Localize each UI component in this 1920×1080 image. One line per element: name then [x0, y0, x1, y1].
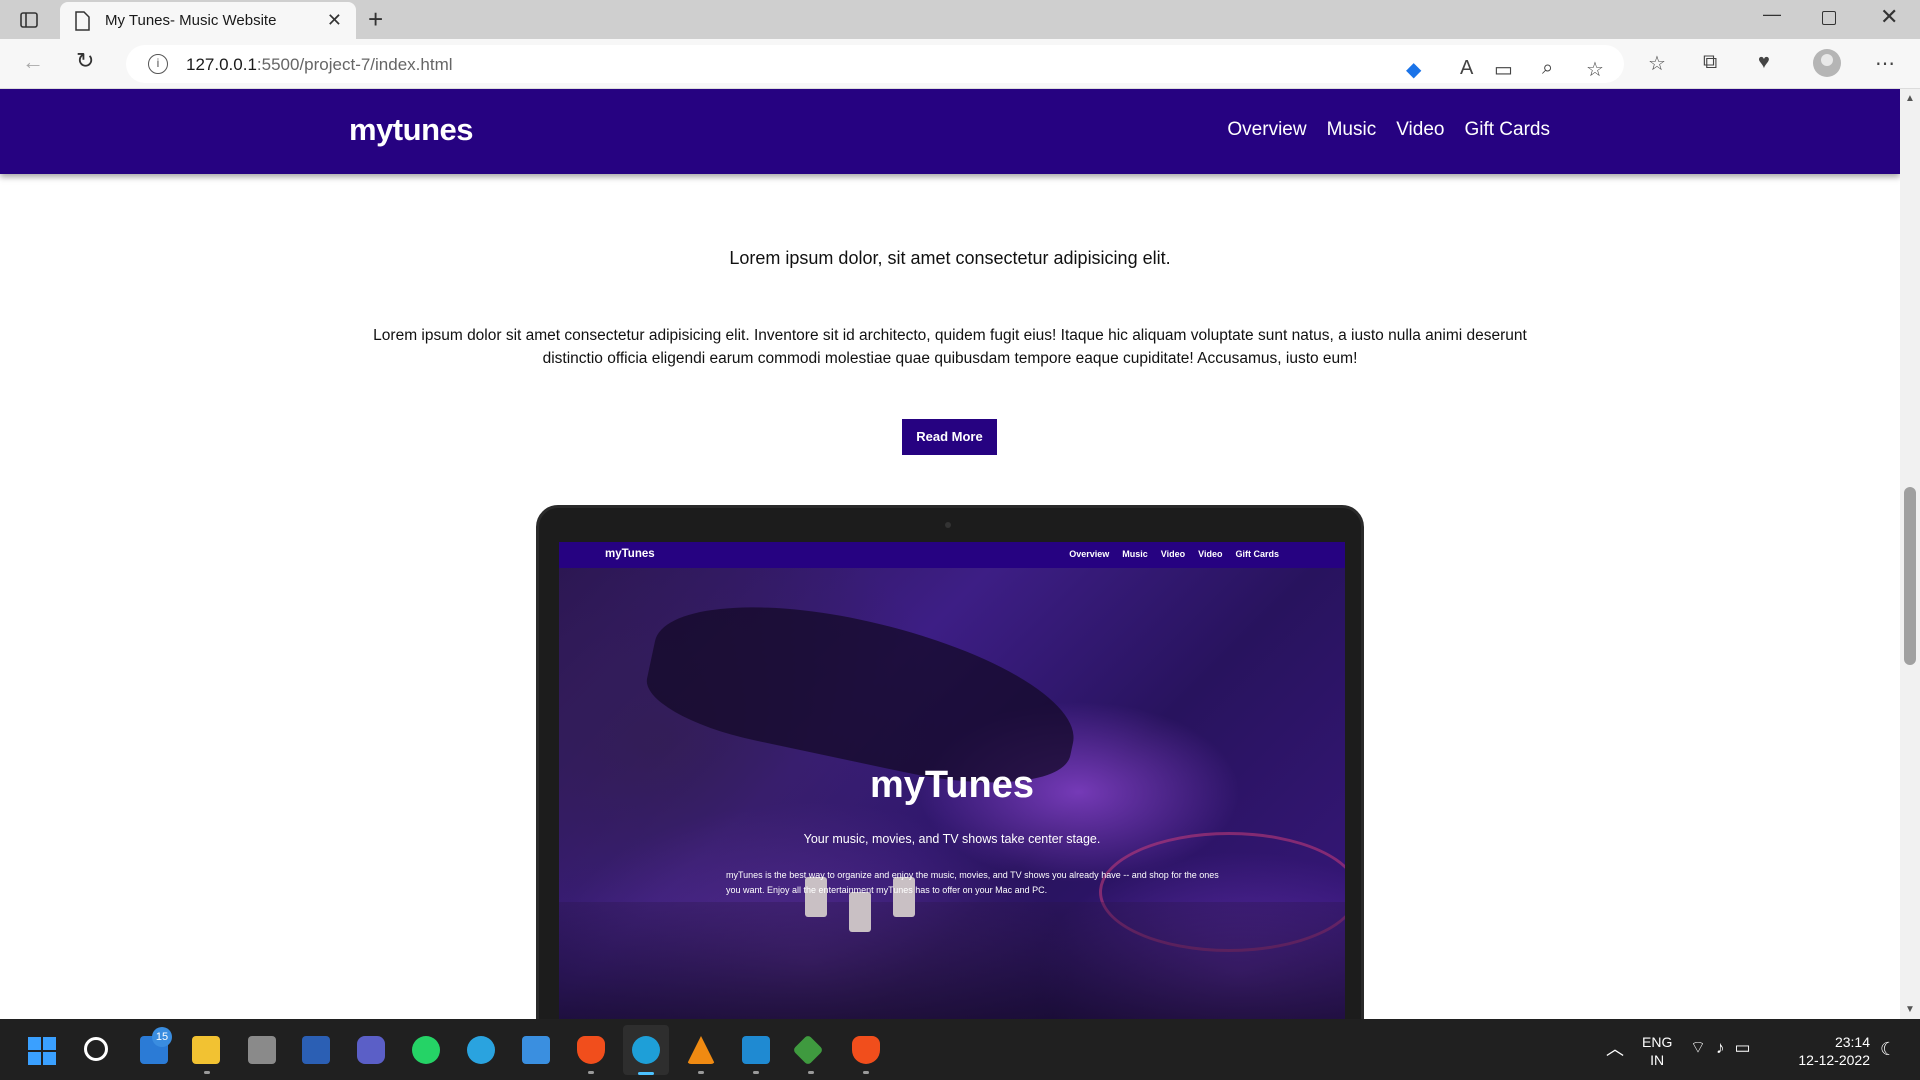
notepad-icon[interactable] [522, 1036, 550, 1064]
preview-nav-gift-cards: Gift Cards [1235, 549, 1279, 559]
new-tab-icon[interactable]: + [368, 4, 383, 35]
running-indicator [808, 1071, 814, 1074]
shopping-tag-icon[interactable]: ◆ [1406, 57, 1421, 82]
clock-time: 23:14 [1834, 1034, 1870, 1050]
region-code: IN [1650, 1052, 1665, 1068]
window-close-icon[interactable]: ✕ [1880, 4, 1898, 30]
site-info-icon[interactable]: i [148, 54, 168, 74]
section-heading: Lorem ipsum dolor, sit amet consectetur … [729, 248, 1171, 268]
tab-close-icon[interactable]: ✕ [327, 10, 342, 31]
battery-icon[interactable]: ▭ [1734, 1038, 1760, 1057]
collections-icon[interactable]: ⧉ [1703, 51, 1717, 74]
focus-assist-moon-icon[interactable]: ☾ [1880, 1039, 1896, 1060]
page-scrollbar[interactable]: ▲ ▼ [1900, 89, 1920, 1019]
page-icon [74, 11, 90, 36]
address-bar[interactable]: i 127.0.0.1:5500/project-7/index.html ◆ … [126, 45, 1624, 83]
page-viewport: mytunes Overview Music Video Gift Cards … [0, 89, 1900, 1019]
word-icon[interactable] [302, 1036, 330, 1064]
preview-hero-subtitle: Your music, movies, and TV shows take ce… [803, 832, 1101, 846]
scroll-up-arrow-icon[interactable]: ▲ [1905, 93, 1915, 104]
preview-hero-text: myTunes is the best way to organize and … [726, 870, 1219, 895]
clock-date: 12-12-2022 [1798, 1052, 1870, 1068]
running-indicator [204, 1071, 210, 1074]
nav-link-video[interactable]: Video [1396, 119, 1444, 141]
volume-icon[interactable]: ♪ [1716, 1038, 1735, 1057]
brave-browser-icon[interactable] [852, 1036, 880, 1064]
site-nav-links: Overview Music Video Gift Cards [1227, 119, 1550, 141]
url-path: :5500/project-7/index.html [256, 55, 453, 74]
active-app-indicator [638, 1072, 654, 1075]
running-indicator [698, 1071, 704, 1074]
zoom-icon[interactable]: ⌕ [1542, 57, 1553, 80]
language-indicator[interactable]: ENG IN [1642, 1033, 1672, 1069]
tab-actions-icon[interactable] [18, 9, 40, 31]
more-options-icon[interactable]: ⋯ [1875, 51, 1895, 76]
site-navbar: mytunes Overview Music Video Gift Cards [0, 89, 1900, 174]
preview-navbar: myTunes Overview Music Video Video Gift … [559, 542, 1345, 568]
scroll-down-arrow-icon[interactable]: ▼ [1905, 1004, 1915, 1015]
reload-icon[interactable]: ↻ [76, 48, 94, 74]
nav-link-overview[interactable]: Overview [1227, 119, 1306, 141]
dj-deck [559, 902, 1345, 1019]
preview-logo: myTunes [605, 548, 655, 560]
url-text: 127.0.0.1:5500/project-7/index.html [186, 55, 453, 75]
file-explorer-icon[interactable] [192, 1036, 220, 1064]
vscode-icon[interactable] [742, 1036, 770, 1064]
running-indicator [863, 1071, 869, 1074]
nav-link-music[interactable]: Music [1327, 119, 1377, 141]
site-logo[interactable]: mytunes [349, 112, 473, 148]
profile-avatar[interactable] [1813, 49, 1841, 77]
telegram-icon[interactable] [467, 1036, 495, 1064]
preview-nav-music: Music [1122, 549, 1148, 559]
immersive-reader-icon[interactable]: ▭ [1494, 57, 1513, 82]
preview-nav-links: Overview Music Video Video Gift Cards [1069, 549, 1279, 559]
fader-knob [849, 892, 871, 932]
running-indicator [753, 1071, 759, 1074]
tray-overflow-chevron-icon[interactable]: ︿ [1606, 1035, 1624, 1061]
whatsapp-icon[interactable] [412, 1036, 440, 1064]
browser-tab-bar: My Tunes- Music Website ✕ + — ✕ [0, 0, 1920, 39]
section-paragraph: Lorem ipsum dolor sit amet consectetur a… [373, 327, 1527, 367]
edge-browser-icon[interactable] [632, 1036, 660, 1064]
preview-hero-title: myTunes [869, 764, 1034, 806]
read-aloud-icon[interactable]: A [1460, 57, 1473, 80]
tab-title: My Tunes- Music Website [105, 12, 277, 29]
laptop-screen: myTunes Overview Music Video Video Gift … [559, 542, 1345, 1019]
browser-tab-active[interactable]: My Tunes- Music Website ✕ [60, 2, 356, 39]
vlc-icon[interactable] [687, 1036, 715, 1064]
add-favorite-icon[interactable]: ☆ [1586, 57, 1604, 82]
laptop-camera [945, 522, 951, 528]
laptop-mockup-image: myTunes Overview Music Video Video Gift … [536, 505, 1364, 1019]
favorites-icon[interactable]: ☆ [1648, 51, 1666, 76]
browser-essentials-icon[interactable]: ♥ [1758, 51, 1770, 74]
tray-status-icons[interactable]: ⌔♪▭ [1690, 1037, 1761, 1058]
language-code: ENG [1642, 1034, 1673, 1050]
preview-nav-overview: Overview [1069, 549, 1110, 559]
window-restore-icon[interactable] [1822, 11, 1836, 25]
window-minimize-icon[interactable]: — [1763, 4, 1781, 25]
notification-badge: 15 [152, 1027, 172, 1047]
running-indicator [588, 1071, 594, 1074]
brave-browser-icon[interactable] [577, 1036, 605, 1064]
nav-link-gift-cards[interactable]: Gift Cards [1464, 119, 1550, 141]
back-icon[interactable]: ← [22, 49, 44, 75]
windows-taskbar: 15 ︿ ENG IN ⌔♪▭ 23:14 12-12-2022 ☾ [0, 1019, 1920, 1080]
preview-nav-video-2: Video [1198, 549, 1223, 559]
search-icon[interactable] [84, 1037, 108, 1061]
teams-icon[interactable] [357, 1036, 385, 1064]
scroll-thumb[interactable] [1904, 487, 1916, 665]
calculator-icon[interactable] [248, 1036, 276, 1064]
system-clock[interactable]: 23:14 12-12-2022 [1792, 1033, 1870, 1069]
start-menu-icon[interactable] [28, 1037, 56, 1065]
preview-nav-video: Video [1160, 549, 1186, 559]
git-icon[interactable] [792, 1034, 824, 1066]
wifi-icon[interactable]: ⌔ [1690, 1038, 1716, 1057]
browser-toolbar: ← ↻ i 127.0.0.1:5500/project-7/index.htm… [0, 39, 1920, 89]
url-host: 127.0.0.1 [186, 55, 257, 74]
read-more-button[interactable]: Read More [902, 419, 997, 455]
